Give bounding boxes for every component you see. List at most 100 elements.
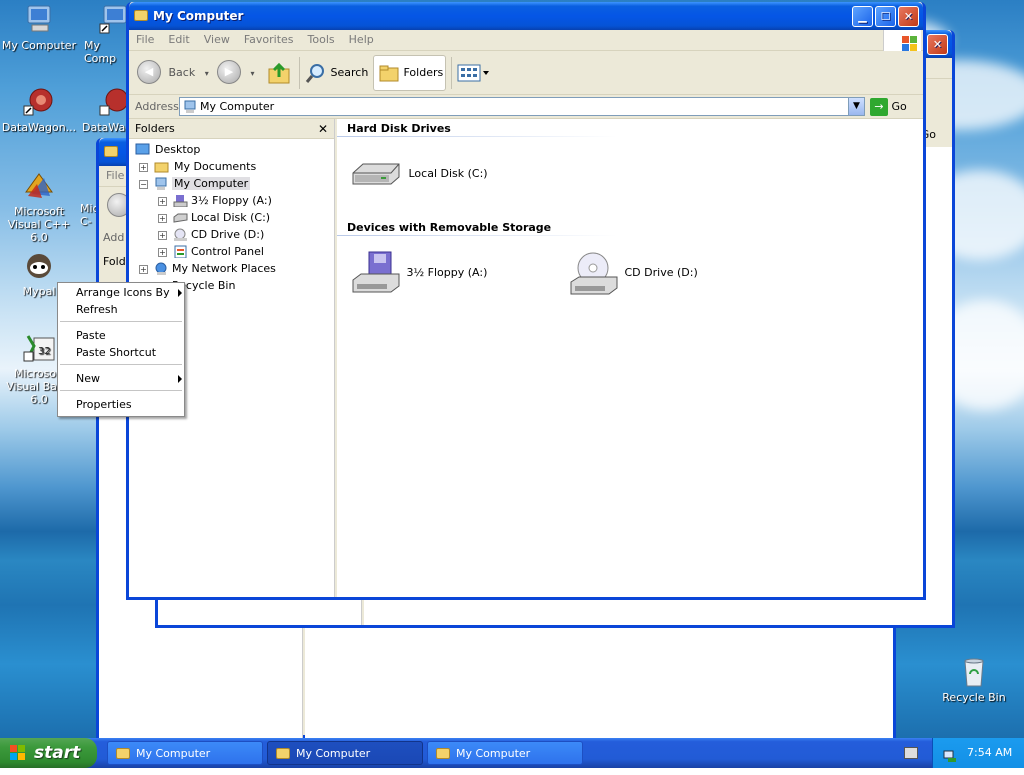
search-button[interactable]: Search: [305, 55, 368, 91]
group-title-removable: Devices with Removable Storage: [347, 221, 552, 234]
menu-item-label: Arrange Icons By: [76, 286, 170, 299]
desktop-icon-label: DataWagon...: [1, 121, 77, 134]
desktop: My Computer My Comp DataWagon... DataWag…: [0, 0, 1024, 738]
content-pane: Hard Disk Drives Local Disk (C:) Devices…: [337, 119, 923, 597]
item-floppy-drive[interactable]: 3½ Floppy (A:): [351, 250, 487, 296]
desktop-icon-recycle-bin[interactable]: Recycle Bin: [935, 656, 1013, 704]
expand-icon[interactable]: +: [158, 248, 167, 257]
expand-icon[interactable]: +: [158, 231, 167, 240]
title-bar[interactable]: My Computer ▁ ☐ ✕: [129, 2, 923, 30]
start-label: start: [34, 743, 81, 763]
clock[interactable]: 7:54 AM: [967, 738, 1012, 768]
tree-label: 3½ Floppy (A:): [191, 194, 272, 207]
desktop-icon-my-computer[interactable]: My Computer: [0, 4, 78, 52]
tree-item-network-places[interactable]: + My Network Places: [139, 261, 276, 277]
menu-item-refresh[interactable]: Refresh: [76, 301, 176, 318]
item-label: CD Drive (D:): [624, 266, 698, 279]
search-icon: [305, 64, 324, 83]
maximize-button[interactable]: ☐: [875, 6, 896, 27]
menu-tools[interactable]: Tools: [301, 30, 342, 49]
folders-title: Fold: [103, 255, 126, 268]
expand-icon[interactable]: +: [158, 197, 167, 206]
address-dropdown-icon[interactable]: ▼: [848, 98, 864, 115]
taskbar-button-2[interactable]: My Computer: [267, 741, 423, 765]
menu-help[interactable]: Help: [342, 30, 381, 49]
tree-item-floppy[interactable]: + 3½ Floppy (A:): [158, 193, 272, 209]
menu-separator: [60, 364, 182, 365]
address-input[interactable]: My Computer ▼: [179, 97, 865, 116]
desktop-icon-label: My Comp: [84, 39, 117, 65]
forward-button[interactable]: ▶ ▾: [217, 55, 255, 91]
desktop-icon-my-computer-shortcut[interactable]: My Comp: [80, 4, 130, 65]
folder-icon: [134, 10, 148, 21]
taskbar-button-label: My Computer: [136, 747, 211, 760]
tree-item-local-disk[interactable]: + Local Disk (C:): [158, 210, 270, 226]
folders-label: Folders: [403, 66, 444, 79]
hard-disk-small-icon: [173, 213, 188, 223]
desktop-icon-datawagon[interactable]: DataWagon...: [0, 86, 78, 134]
menu-view[interactable]: View: [197, 30, 237, 49]
minimize-button[interactable]: ▁: [852, 6, 873, 27]
expand-icon[interactable]: +: [139, 265, 148, 274]
item-label: 3½ Floppy (A:): [406, 266, 488, 279]
folder-icon: [276, 748, 290, 759]
menu-file[interactable]: File: [129, 30, 161, 49]
recycle-bin-icon: [957, 656, 991, 688]
cd-drive-icon: [570, 252, 618, 295]
keyboard-icon[interactable]: [904, 747, 918, 759]
tree-item-my-documents[interactable]: + My Documents: [139, 159, 256, 175]
close-button[interactable]: ✕: [898, 6, 919, 27]
menu-item-properties[interactable]: Properties: [76, 396, 176, 413]
forward-dropdown-icon[interactable]: ▾: [251, 69, 255, 78]
menu-favorites[interactable]: Favorites: [237, 30, 301, 49]
cd-small-icon: [174, 228, 187, 241]
folder-icon: [154, 162, 169, 173]
expand-icon[interactable]: +: [158, 214, 167, 223]
up-button[interactable]: [267, 55, 293, 91]
taskbar-button-1[interactable]: My Computer: [107, 741, 263, 765]
mypal-icon: [22, 250, 56, 282]
back-button[interactable]: ◀ Back ▾: [137, 55, 209, 91]
desktop-icon-visual-cpp[interactable]: Microsoft Visual C++ 6.0: [0, 170, 78, 244]
start-button[interactable]: start: [0, 738, 97, 768]
system-tray: 7:54 AM: [932, 738, 1024, 768]
tree-label: Control Panel: [191, 245, 264, 258]
network-tray-icon[interactable]: [943, 745, 957, 762]
tree-item-desktop[interactable]: Desktop: [135, 142, 200, 158]
expand-icon[interactable]: +: [139, 163, 148, 172]
address-bar: Address My Computer ▼ → Go: [129, 95, 923, 119]
floppy-small-icon: [173, 195, 188, 207]
menu-item-label: Refresh: [76, 303, 118, 316]
tree-item-control-panel[interactable]: + Control Panel: [158, 244, 264, 260]
desktop-icon-label: Microsoft Visual C++ 6.0: [7, 205, 71, 244]
go-label: Go: [891, 100, 907, 113]
address-label: Add: [103, 231, 125, 244]
views-button[interactable]: [457, 55, 491, 91]
tree-item-cd-drive[interactable]: + CD Drive (D:): [158, 227, 264, 243]
item-local-disk[interactable]: Local Disk (C:): [351, 151, 488, 197]
collapse-icon[interactable]: −: [139, 180, 148, 189]
menu-item-paste-shortcut[interactable]: Paste Shortcut: [76, 344, 176, 361]
tree-item-my-computer[interactable]: − My Computer: [139, 176, 251, 192]
my-computer-window[interactable]: My Computer ▁ ☐ ✕ File Edit View Favorites T…: [126, 2, 926, 600]
back-dropdown-icon[interactable]: ▾: [205, 69, 209, 78]
folders-button[interactable]: Folders: [373, 55, 446, 91]
close-pane-icon[interactable]: ✕: [318, 119, 328, 139]
tree-label: My Documents: [174, 160, 257, 173]
desktop-icon-datawagon-shortcut[interactable]: DataWag: [80, 86, 132, 134]
taskbar-button-3[interactable]: My Computer: [427, 741, 583, 765]
item-label: Local Disk (C:): [408, 167, 488, 180]
menu-item-label: Properties: [76, 398, 132, 411]
my-computer-small-icon: [155, 177, 167, 190]
close-button[interactable]: ✕: [927, 34, 948, 55]
item-cd-drive[interactable]: CD Drive (D:): [569, 250, 698, 296]
menu-item-new[interactable]: New: [76, 370, 182, 387]
toolbar-separator: [299, 57, 300, 89]
taskbar-button-label: My Computer: [456, 747, 531, 760]
menu-item-arrange-icons-by[interactable]: Arrange Icons By: [76, 284, 182, 301]
my-computer-icon: [22, 4, 56, 36]
go-button[interactable]: → Go: [870, 97, 907, 116]
menu-edit[interactable]: Edit: [161, 30, 196, 49]
menu-item-paste[interactable]: Paste: [76, 327, 176, 344]
up-folder-icon: [268, 62, 290, 84]
